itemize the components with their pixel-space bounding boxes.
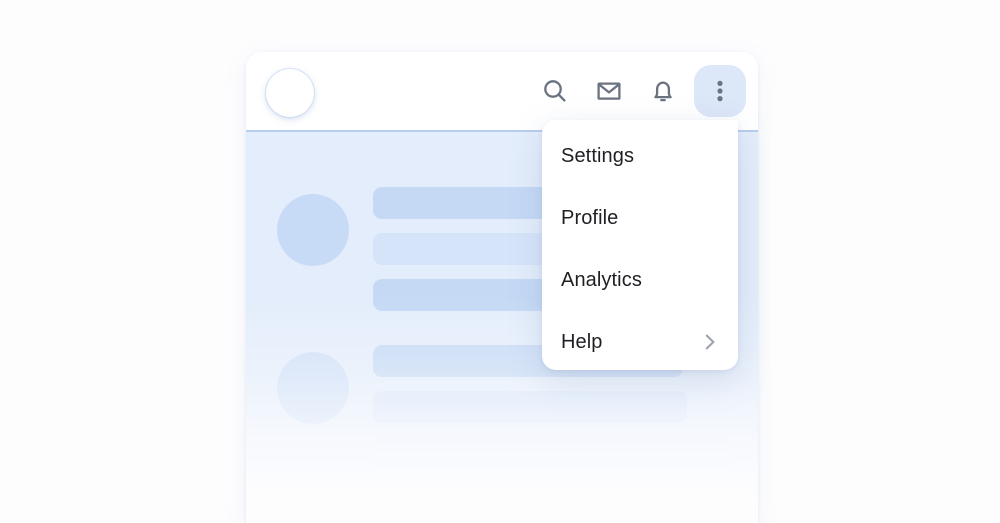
skeleton-avatar <box>277 352 349 424</box>
skeleton-bar <box>373 437 733 469</box>
screen: Settings Profile Analytics Help <box>0 0 1000 523</box>
search-button[interactable] <box>532 68 578 114</box>
mail-icon <box>594 76 624 106</box>
skeleton-avatar <box>277 194 349 266</box>
more-vertical-icon <box>707 78 733 104</box>
menu-item-list: Settings Profile Analytics Help <box>542 120 738 370</box>
menu-item-analytics[interactable]: Analytics <box>542 249 738 311</box>
menu-item-label: Profile <box>561 207 619 229</box>
dropdown-menu: Settings Profile Analytics Help <box>542 120 738 370</box>
bell-icon <box>648 76 678 106</box>
menu-item-label: Help <box>561 331 603 353</box>
search-icon <box>540 76 570 106</box>
menu-item-help[interactable]: Help <box>542 311 738 373</box>
menu-item-label: Settings <box>561 145 635 167</box>
more-options-button[interactable] <box>694 65 746 117</box>
menu-item-profile[interactable]: Profile <box>542 187 738 249</box>
skeleton-bar <box>373 391 687 423</box>
header-actions <box>532 52 746 130</box>
menu-item-label: Analytics <box>561 269 642 291</box>
chevron-right-icon <box>700 332 720 352</box>
mail-button[interactable] <box>586 68 632 114</box>
notifications-button[interactable] <box>640 68 686 114</box>
menu-item-settings[interactable]: Settings <box>542 125 738 187</box>
user-avatar[interactable] <box>266 69 314 117</box>
